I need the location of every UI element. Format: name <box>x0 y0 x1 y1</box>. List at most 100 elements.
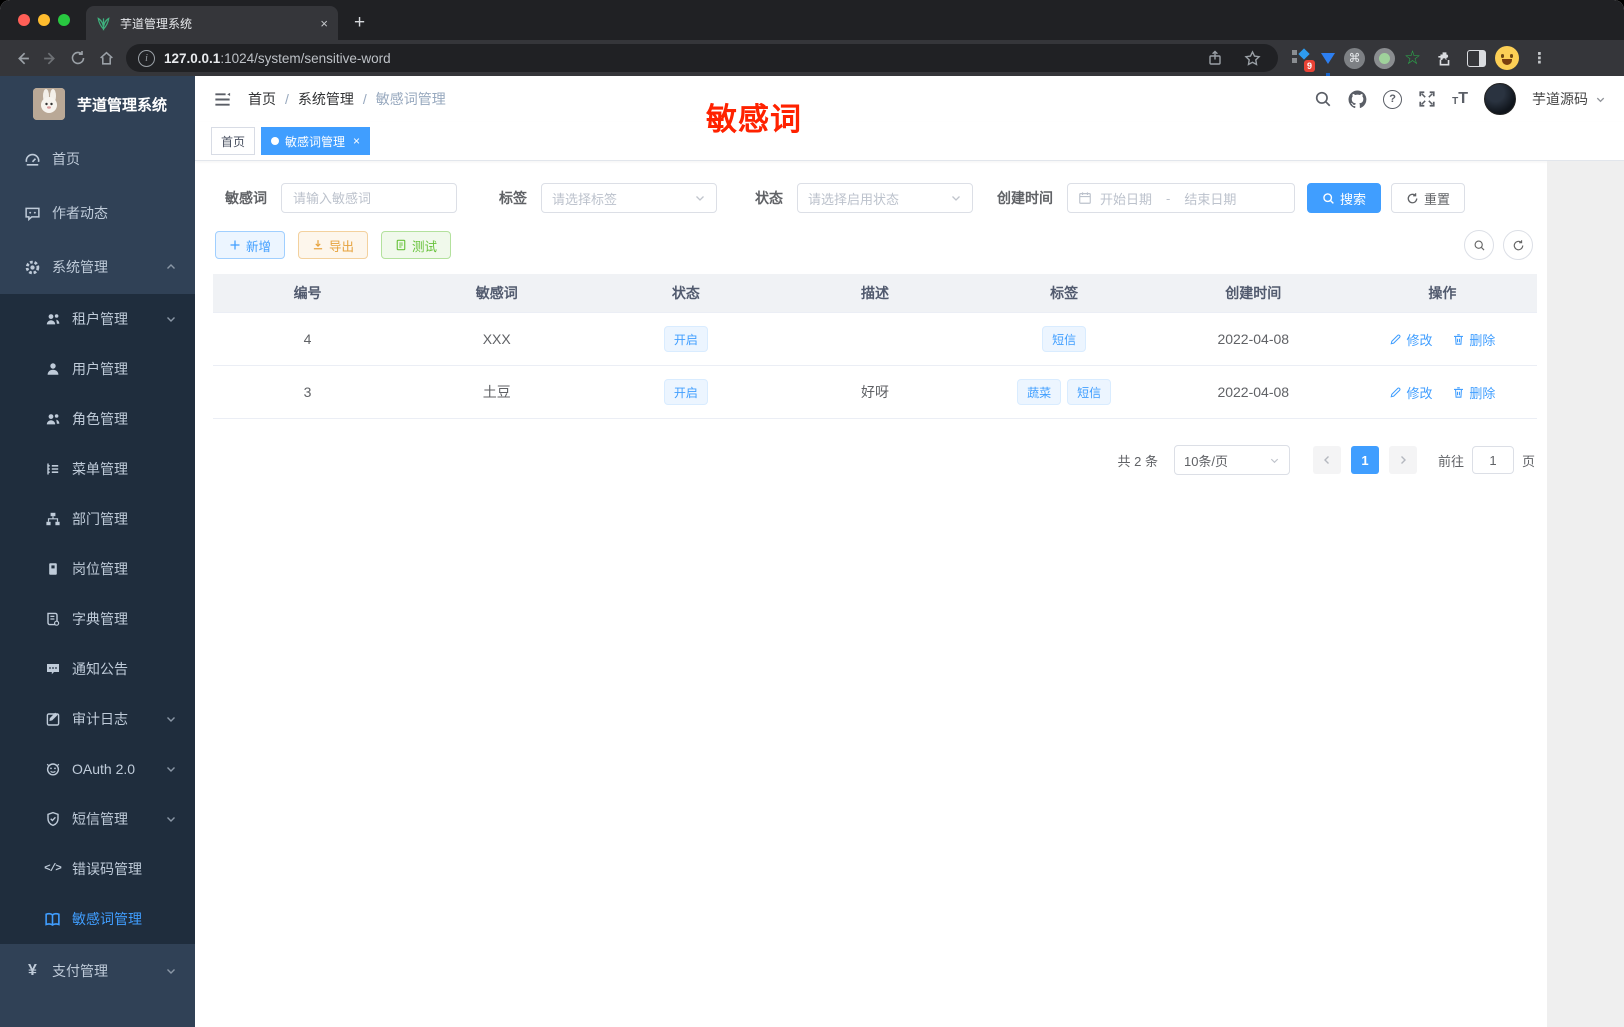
gear-icon <box>24 259 41 276</box>
sidebar-item-oauth[interactable]: OAuth 2.0 <box>0 744 195 794</box>
status-badge: 开启 <box>663 326 708 352</box>
sidebar-item-author-news[interactable]: 作者动态 <box>0 186 195 240</box>
edit-link[interactable]: 修改 <box>1389 330 1432 349</box>
url-bar[interactable]: i 127.0.0.1:1024/system/sensitive-word <box>126 44 1278 72</box>
sidebar-item-role[interactable]: 角色管理 <box>0 394 195 444</box>
search-button[interactable]: 搜索 <box>1307 183 1382 213</box>
cell-word: 土豆 <box>402 365 592 419</box>
show-search-button[interactable] <box>1464 230 1494 260</box>
sidebar-item-label: 审计日志 <box>72 711 128 727</box>
browser-tabstrip: 芋道管理系统 × + <box>0 0 1624 40</box>
browser-tab[interactable]: 芋道管理系统 × <box>86 6 338 40</box>
date-range-picker[interactable]: 开始日期 - 结束日期 <box>1067 183 1295 213</box>
caret-down-icon <box>1595 94 1606 105</box>
funnel-extension-icon[interactable] <box>1321 52 1335 78</box>
tag-close-icon[interactable]: × <box>353 134 360 148</box>
delete-link[interactable]: 删除 <box>1452 330 1495 349</box>
refresh-table-button[interactable] <box>1503 230 1533 260</box>
next-page-button[interactable] <box>1388 446 1417 474</box>
sidebar-item-post[interactable]: 岗位管理 <box>0 544 195 594</box>
chevron-down-icon <box>165 763 177 775</box>
search-icon[interactable] <box>1314 90 1332 108</box>
sidebar-item-pay[interactable]: ¥ 支付管理 <box>0 944 195 998</box>
status-select[interactable]: 请选择启用状态 <box>797 183 973 213</box>
puzzle-extensions-icon[interactable] <box>1430 44 1458 72</box>
pencil-icon <box>1391 333 1401 344</box>
bookmark-star-icon[interactable] <box>1238 44 1266 72</box>
tab-manager-extension-icon[interactable]: 9 <box>1290 47 1315 72</box>
tag-select[interactable]: 请选择标签 <box>541 183 717 213</box>
table-toolbar: 新增 导出 测试 <box>215 230 1537 260</box>
edit-link[interactable]: 修改 <box>1389 383 1432 402</box>
recorder-extension-icon[interactable] <box>1374 47 1395 69</box>
test-button[interactable]: 测试 <box>381 231 452 259</box>
sidebar-item-sensitive-word[interactable]: 敏感词管理 <box>0 894 195 944</box>
breadcrumb-home[interactable]: 首页 <box>248 89 276 109</box>
sidebar-item-audit-log[interactable]: 审计日志 <box>0 694 195 744</box>
reset-button[interactable]: 重置 <box>1391 183 1466 213</box>
tab-close-icon[interactable]: × <box>320 16 328 31</box>
export-button[interactable]: 导出 <box>298 231 369 259</box>
sidebar-item-notice[interactable]: 通知公告 <box>0 644 195 694</box>
delete-link[interactable]: 删除 <box>1452 383 1495 402</box>
site-info-icon[interactable]: i <box>138 49 155 67</box>
browser-toolbar: i 127.0.0.1:1024/system/sensitive-word 9… <box>0 40 1624 78</box>
help-icon[interactable]: ? <box>1383 89 1403 109</box>
user-avatar[interactable] <box>1484 83 1516 115</box>
add-button[interactable]: 新增 <box>215 231 286 259</box>
back-icon[interactable] <box>8 44 36 72</box>
shield-icon <box>44 811 61 828</box>
sensitive-word-input[interactable] <box>281 183 457 213</box>
command-extension-icon[interactable]: ⌘ <box>1344 47 1365 69</box>
sidebar-item-user[interactable]: 用户管理 <box>0 344 195 394</box>
share-icon[interactable] <box>1201 44 1229 72</box>
sidebar-item-system[interactable]: 系统管理 <box>0 240 195 294</box>
github-icon[interactable] <box>1348 89 1367 109</box>
sidebar-item-home[interactable]: 首页 <box>0 132 195 186</box>
sidebar-item-sms[interactable]: 短信管理 <box>0 794 195 844</box>
calendar-icon <box>1078 191 1092 205</box>
side-panel-icon[interactable] <box>1467 49 1487 67</box>
app-logo[interactable]: 芋道管理系统 <box>0 76 195 132</box>
sidebar-item-errcode[interactable]: </> 错误码管理 <box>0 844 195 894</box>
breadcrumb-current: 敏感词管理 <box>375 91 446 107</box>
star-extension-icon[interactable]: ☆ <box>1404 49 1421 68</box>
page-size-select[interactable]: 10条/页 <box>1173 445 1290 475</box>
profile-avatar[interactable] <box>1495 46 1520 70</box>
tag-sensitive-word[interactable]: 敏感词管理 × <box>261 127 371 155</box>
tag-home[interactable]: 首页 <box>211 127 256 155</box>
menu-fold-icon[interactable] <box>213 90 232 109</box>
new-tab-button[interactable]: + <box>354 12 365 40</box>
sidebar-item-menu[interactable]: 菜单管理 <box>0 444 195 494</box>
breadcrumb-system[interactable]: 系统管理 <box>298 89 354 109</box>
chevron-left-icon <box>1323 456 1329 464</box>
sidebar-item-dict[interactable]: 字典管理 <box>0 594 195 644</box>
sidebar-item-tenant[interactable]: 租户管理 <box>0 294 195 344</box>
chrome-menu-icon[interactable]: ⋮ <box>1532 49 1547 67</box>
font-size-icon[interactable]: TT <box>1452 91 1468 107</box>
chevron-down-icon <box>950 192 962 204</box>
notice-icon <box>44 661 61 678</box>
sidebar-item-label: OAuth 2.0 <box>72 761 136 777</box>
forward-icon[interactable] <box>36 44 64 72</box>
zoom-window-button[interactable] <box>58 14 70 26</box>
app-shell: 芋道管理系统 首页 作者动态 系统管理 租户管理 用户管理 角色管理 菜单管理 … <box>0 76 1624 1027</box>
cell-desc: 好呀 <box>780 365 970 419</box>
reload-icon[interactable] <box>64 44 92 72</box>
close-window-button[interactable] <box>18 14 30 26</box>
start-date-placeholder: 开始日期 <box>1100 191 1153 207</box>
prev-page-button[interactable] <box>1312 446 1341 474</box>
main-area: 首页 / 系统管理 / 敏感词管理 ? TT 芋道源码 首页 敏感词管理 × 敏… <box>195 76 1624 1027</box>
audit-icon <box>44 711 61 728</box>
home-icon[interactable] <box>92 44 120 72</box>
fullscreen-icon[interactable] <box>1418 90 1436 108</box>
user-name[interactable]: 芋道源码 <box>1532 89 1606 109</box>
minimize-window-button[interactable] <box>38 14 50 26</box>
cell-status: 开启 <box>591 365 781 419</box>
page-number-button[interactable]: 1 <box>1350 446 1379 474</box>
col-word: 敏感词 <box>402 274 592 313</box>
goto-page-input[interactable] <box>1471 446 1514 474</box>
pencil-icon <box>1391 386 1401 397</box>
sidebar-item-label: 字典管理 <box>72 611 128 627</box>
sidebar-item-dept[interactable]: 部门管理 <box>0 494 195 544</box>
